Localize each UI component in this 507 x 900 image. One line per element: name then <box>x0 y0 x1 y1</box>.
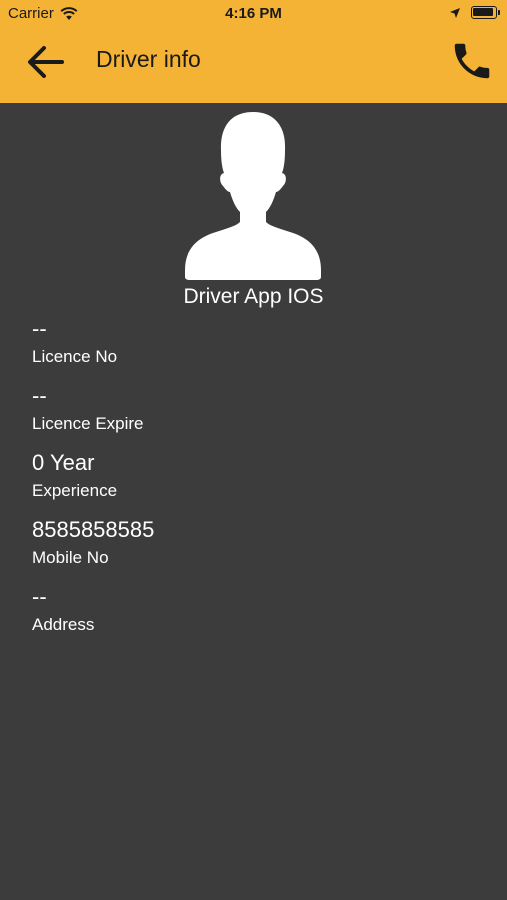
licence-no-value: -- <box>32 316 47 341</box>
driver-details: -- Licence No -- Licence Expire 0 Year E… <box>32 314 154 649</box>
licence-expire-field: -- Licence Expire <box>32 381 154 448</box>
phone-icon <box>454 43 490 79</box>
mobile-no-label: Mobile No <box>32 548 109 567</box>
avatar <box>178 110 328 285</box>
experience-label: Experience <box>32 481 118 500</box>
address-field: -- Address <box>32 582 154 649</box>
app-header: Carrier 4:16 PM Driver info <box>0 0 507 103</box>
experience-value: 0 Year <box>32 450 95 475</box>
status-time: 4:16 PM <box>225 5 282 22</box>
arrow-left-icon <box>28 46 64 78</box>
battery-icon <box>471 6 500 19</box>
licence-no-label: Licence No <box>32 347 118 366</box>
person-silhouette-icon <box>185 112 321 280</box>
call-button[interactable] <box>449 38 495 84</box>
location-arrow-icon <box>450 7 460 18</box>
address-value: -- <box>32 584 47 609</box>
page-title: Driver info <box>96 46 201 72</box>
driver-name: Driver App IOS <box>183 285 324 308</box>
address-label: Address <box>32 615 95 634</box>
licence-expire-value: -- <box>32 383 47 408</box>
licence-no-field: -- Licence No <box>32 314 154 381</box>
mobile-no-field: 8585858585 Mobile No <box>32 515 154 582</box>
navigation-bar: Driver info <box>0 28 507 103</box>
back-button[interactable] <box>22 40 70 84</box>
mobile-no-value: 8585858585 <box>32 517 155 542</box>
licence-expire-label: Licence Expire <box>32 414 144 433</box>
status-bar: Carrier 4:16 PM <box>0 0 507 28</box>
experience-field: 0 Year Experience <box>32 448 154 515</box>
